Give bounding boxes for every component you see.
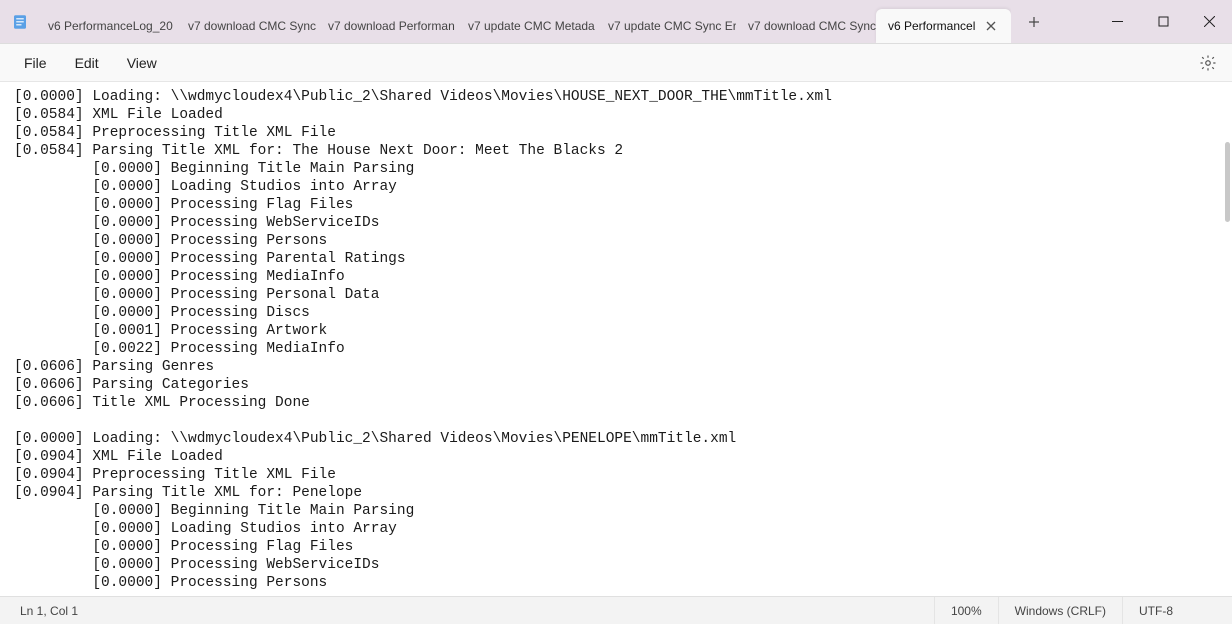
tab-6-active[interactable]: v6 Performancel [876,9,1011,43]
tab-label: v7 update CMC Metada [468,19,595,33]
tab-1[interactable]: v7 download CMC Sync [176,9,316,43]
tab-2[interactable]: v7 download Performan [316,9,456,43]
editor-content: [0.0000] Loading: \\wdmycloudex4\Public_… [0,82,1232,596]
tab-label: v7 download CMC Sync [748,19,876,33]
tab-label: v7 update CMC Sync Er [608,19,736,33]
menu-file[interactable]: File [10,51,61,75]
status-lineend[interactable]: Windows (CRLF) [998,597,1122,624]
close-tab-icon[interactable] [983,18,999,34]
tab-strip: v6 PerformanceLog_20 v7 download CMC Syn… [36,0,1011,43]
new-tab-button[interactable] [1017,5,1051,39]
close-window-button[interactable] [1186,0,1232,43]
menu-edit[interactable]: Edit [61,51,113,75]
tab-label: v6 PerformanceLog_20 [48,19,173,33]
notepad-app-icon [8,0,32,43]
tab-5[interactable]: v7 download CMC Sync [736,9,876,43]
status-encoding[interactable]: UTF-8 [1122,597,1232,624]
tab-label: v7 download CMC Sync [188,19,316,33]
titlebar: v6 PerformanceLog_20 v7 download CMC Syn… [0,0,1232,44]
menubar: File Edit View [0,44,1232,82]
menu-view[interactable]: View [113,51,171,75]
minimize-button[interactable] [1094,0,1140,43]
tab-4[interactable]: v7 update CMC Sync Er [596,9,736,43]
statusbar: Ln 1, Col 1 100% Windows (CRLF) UTF-8 [0,596,1232,624]
window-controls [1094,0,1232,43]
tab-0[interactable]: v6 PerformanceLog_20 [36,9,176,43]
tab-label: v7 download Performan [328,19,455,33]
settings-button[interactable] [1194,49,1222,77]
tab-3[interactable]: v7 update CMC Metada [456,9,596,43]
tab-label: v6 Performancel [888,19,975,33]
status-zoom[interactable]: 100% [934,597,998,624]
maximize-button[interactable] [1140,0,1186,43]
text-editor[interactable]: [0.0000] Loading: \\wdmycloudex4\Public_… [0,82,1232,596]
status-cursor[interactable]: Ln 1, Col 1 [0,597,94,624]
vertical-scrollbar[interactable] [1225,142,1230,222]
